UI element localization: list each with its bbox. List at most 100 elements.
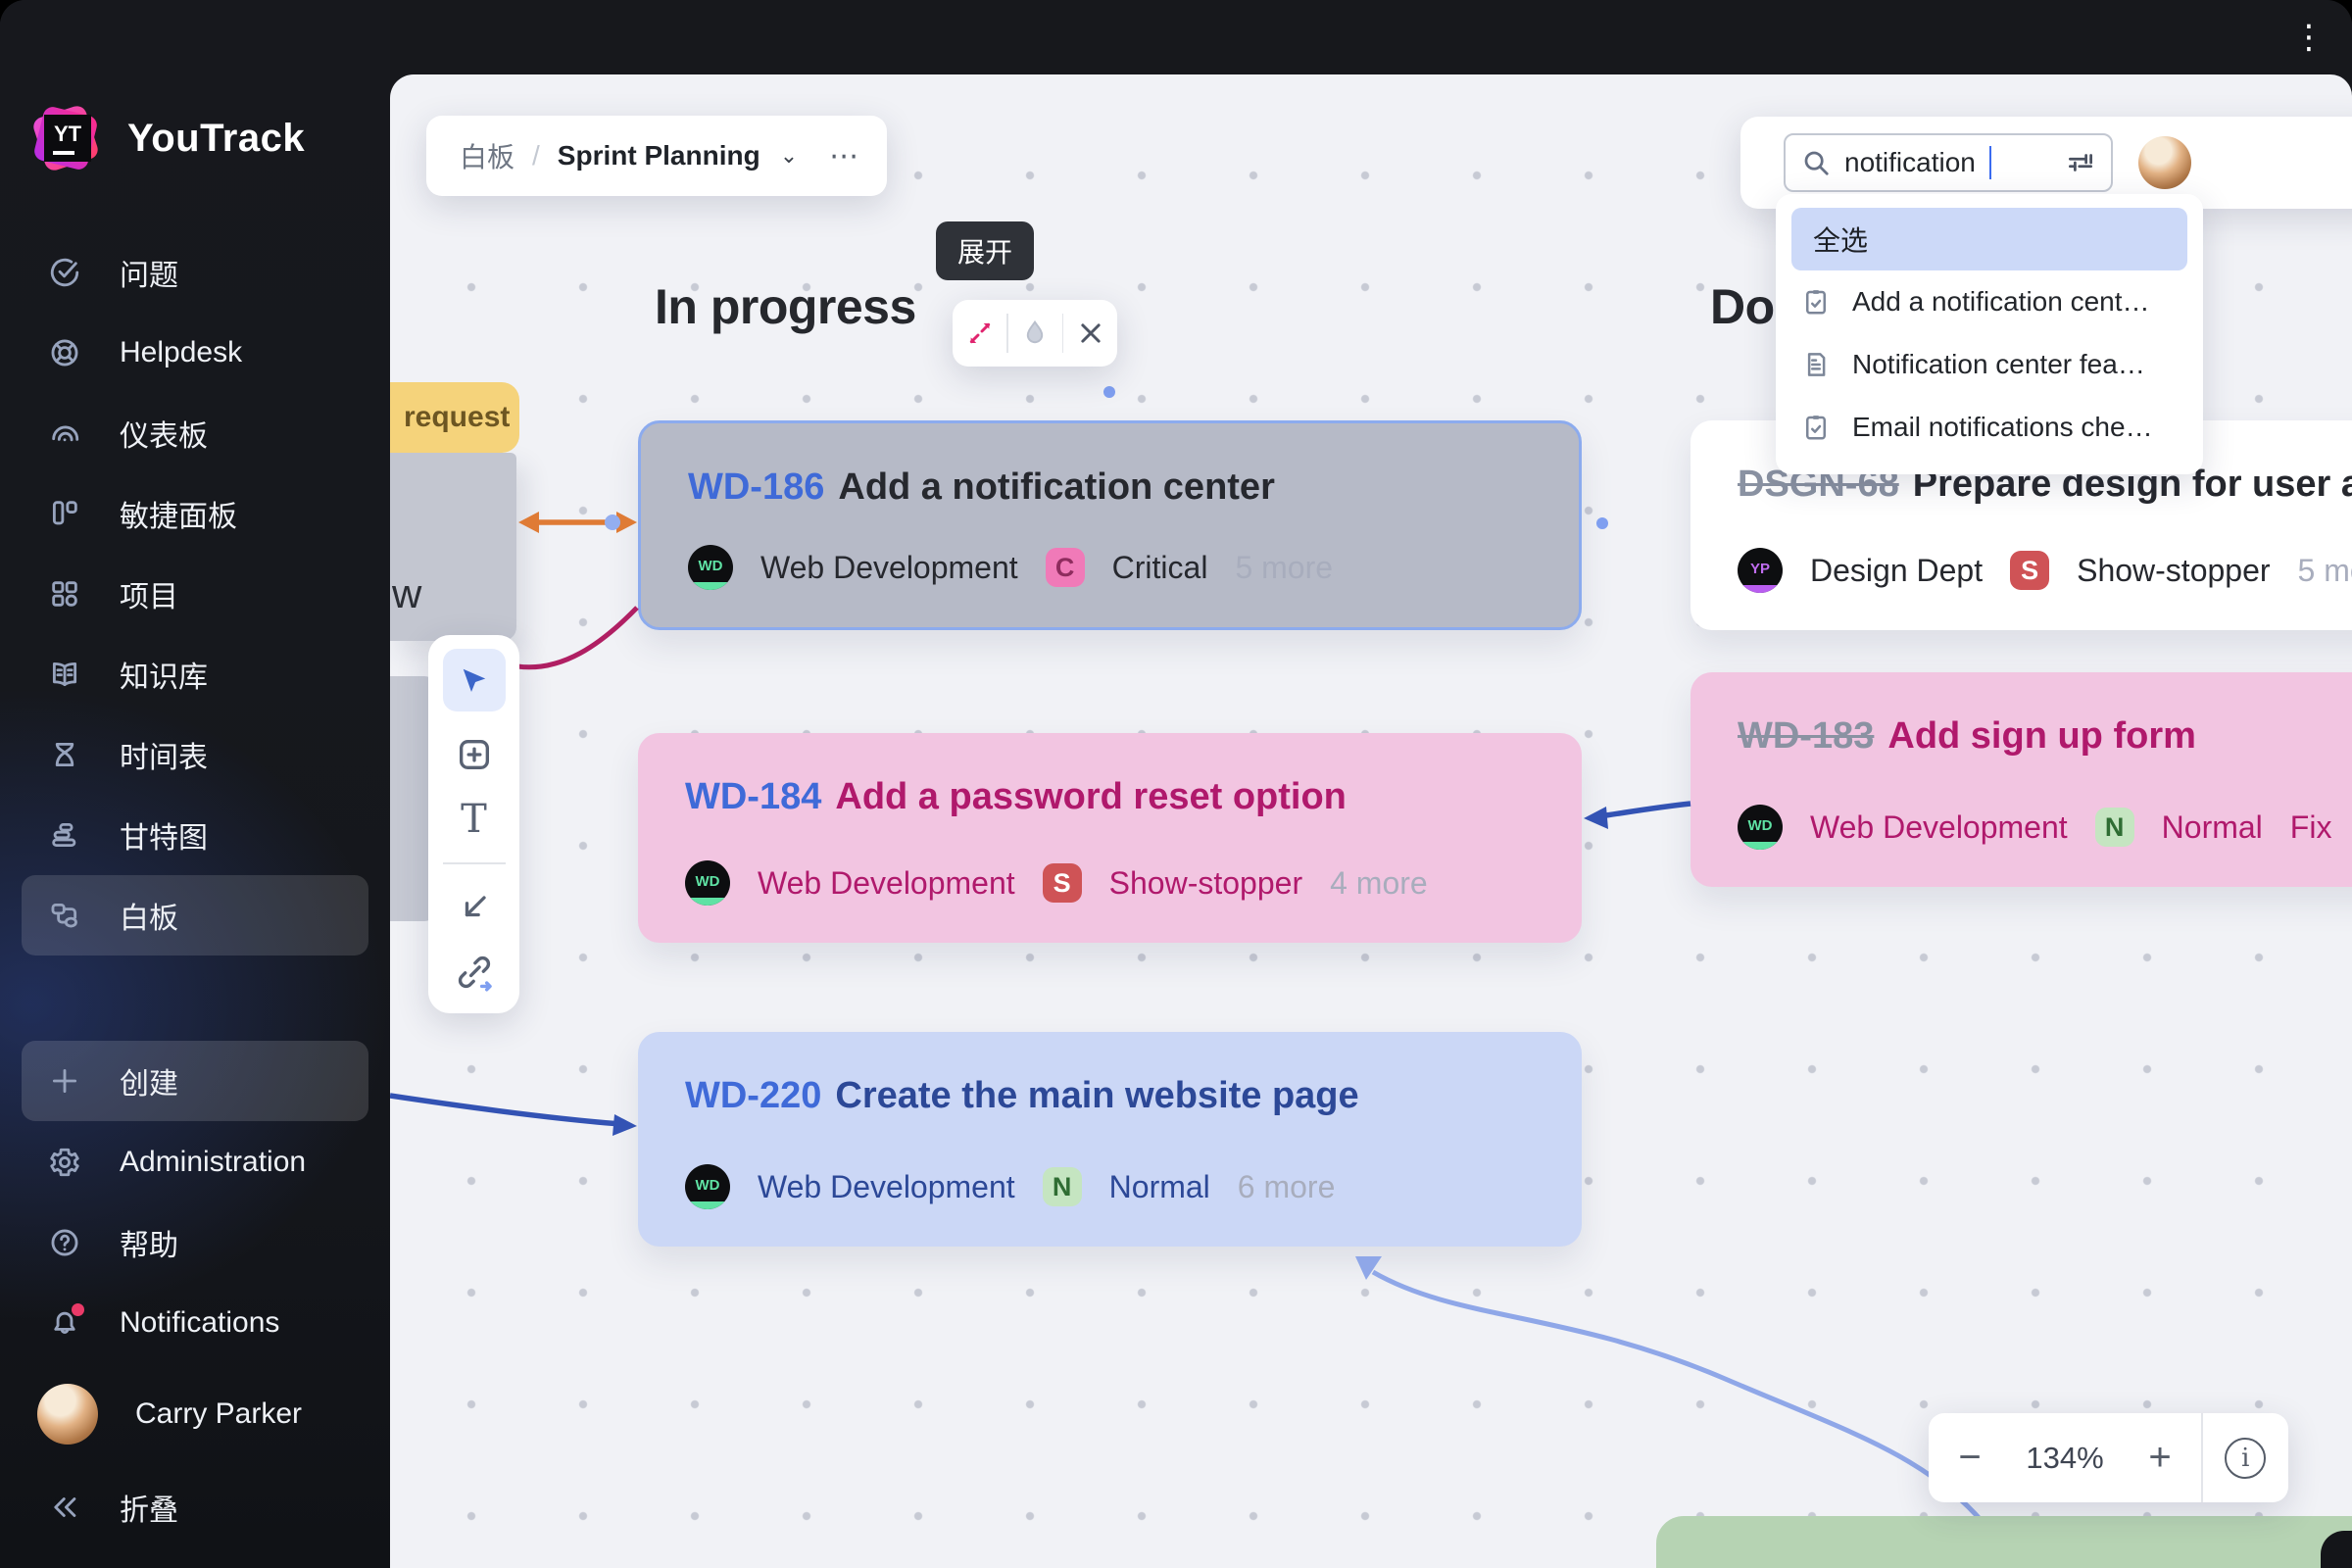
lifebuoy-icon — [47, 335, 82, 370]
sidebar-item-label: Administration — [120, 1146, 307, 1178]
gear-icon — [47, 1145, 82, 1180]
sidebar-item-label: 白板 — [120, 903, 178, 935]
issue-title: Add a password reset option — [835, 776, 1347, 817]
column-heading-in-progress: In progress — [655, 279, 916, 334]
info-button[interactable]: i — [2203, 1437, 2289, 1479]
collapse-sidebar-button[interactable]: 折叠 — [22, 1467, 368, 1547]
text-tool-button[interactable]: T — [443, 798, 506, 841]
priority-badge: S — [2010, 551, 2050, 590]
whiteboard-canvas[interactable]: In progress Done request w WD-186 Add a … — [390, 74, 2352, 1568]
sidebar-item-label: 帮助 — [120, 1230, 178, 1262]
project-avatar: WD — [685, 860, 730, 906]
sidebar-item-label: 项目 — [120, 581, 178, 613]
help-circle-icon — [47, 1225, 82, 1260]
sidebar-item-profile[interactable]: Carry Parker — [22, 1374, 368, 1454]
more-fields[interactable]: 4 more — [1330, 865, 1428, 902]
issue-card-wd184[interactable]: WD-184 Add a password reset option WD Web… — [638, 733, 1582, 943]
partial-green-card[interactable] — [1656, 1516, 2352, 1568]
text-tool-icon: T — [461, 797, 487, 842]
sidebar-item-label: 知识库 — [120, 662, 208, 694]
more-fields[interactable]: 5 more — [1235, 550, 1333, 586]
issue-id[interactable]: WD-186 — [688, 466, 824, 508]
search-query: notification — [1844, 147, 1976, 177]
add-card-tool-button[interactable] — [443, 733, 506, 776]
select-all-option[interactable]: 全选 — [1791, 208, 2187, 270]
sidebar-item-knowledge-base[interactable]: 知识库 — [22, 634, 368, 714]
issue-id[interactable]: WD-184 — [685, 776, 821, 817]
card-handle[interactable] — [1596, 517, 1608, 529]
issue-card-wd220[interactable]: WD-220 Create the main website page WD We… — [638, 1032, 1582, 1247]
more-fields[interactable]: 6 more — [1238, 1169, 1336, 1205]
kebab-menu-icon[interactable]: ⋮ — [2289, 14, 2328, 61]
zoom-level: 134% — [2026, 1440, 2104, 1475]
youtrack-logo[interactable]: YT YouTrack — [29, 102, 305, 174]
issue-card-wd183[interactable]: WD-183 Add sign up form WD Web Developmen… — [1690, 672, 2352, 887]
zoom-in-button[interactable]: + — [2119, 1436, 2201, 1480]
sidebar-item-projects[interactable]: 项目 — [22, 554, 368, 634]
project-avatar: WD — [685, 1164, 730, 1209]
search-result-label: Notification center fea… — [1852, 349, 2145, 379]
issue-card-wd186[interactable]: WD-186 Add a notification center WD Web D… — [638, 420, 1582, 630]
youtrack-logo-icon: YT — [29, 102, 102, 174]
sidebar-item-notifications[interactable]: Notifications — [22, 1283, 368, 1363]
state-label[interactable]: Fix — [2290, 809, 2332, 846]
issue-id[interactable]: WD-220 — [685, 1075, 821, 1116]
project-name: Design Dept — [1810, 552, 1984, 588]
sidebar-item-help[interactable]: 帮助 — [22, 1202, 368, 1283]
partial-card[interactable]: w — [390, 453, 516, 641]
sidebar-item-dashboards[interactable]: 仪表板 — [22, 393, 368, 473]
connector-tool-button[interactable] — [443, 886, 506, 929]
breadcrumb: 白板 / Sprint Planning ⌄ ⋯ — [426, 116, 887, 196]
card-handle[interactable] — [1103, 386, 1115, 398]
breadcrumb-root[interactable]: 白板 — [460, 136, 514, 175]
priority-label: Show-stopper — [2077, 552, 2271, 588]
priority-badge: N — [1042, 1167, 1082, 1206]
sidebar-item-whiteboards[interactable]: 白板 — [22, 875, 368, 956]
expand-button[interactable] — [953, 300, 1006, 367]
breadcrumb-separator: / — [532, 140, 540, 171]
filter-sliders-icon[interactable] — [2066, 148, 2095, 177]
app-window: ⋮ YT YouTrack 问题 Helpdesk 仪表板 敏捷面板 项目 知识… — [0, 0, 2352, 1568]
sidebar-item-helpdesk[interactable]: Helpdesk — [22, 313, 368, 393]
sidebar-item-agile-boards[interactable]: 敏捷面板 — [22, 473, 368, 554]
sidebar-item-timesheets[interactable]: 时间表 — [22, 714, 368, 795]
select-tool-button[interactable] — [442, 649, 506, 711]
issue-id[interactable]: WD-183 — [1738, 715, 1874, 757]
sidebar-item-administration[interactable]: Administration — [22, 1122, 368, 1202]
close-icon[interactable] — [1063, 300, 1117, 367]
search-icon — [1804, 151, 1829, 175]
priority-label: Show-stopper — [1108, 864, 1303, 901]
task-icon — [1806, 416, 1826, 440]
sticky-tag-request[interactable]: request — [390, 382, 519, 453]
sidebar-item-label: 甘特图 — [120, 822, 208, 855]
sidebar-item-gantt[interactable]: 甘特图 — [22, 795, 368, 875]
sidebar-item-issues[interactable]: 问题 — [22, 232, 368, 313]
search-input[interactable]: notification — [1784, 133, 2113, 192]
issue-title: Add a notification center — [838, 466, 1275, 508]
create-label: 创建 — [120, 1068, 178, 1101]
more-options-icon[interactable]: ⋯ — [829, 139, 860, 173]
grid-icon — [47, 576, 82, 612]
breadcrumb-current[interactable]: Sprint Planning — [558, 140, 760, 172]
book-icon — [47, 657, 82, 692]
more-fields[interactable]: 5 more — [2298, 553, 2352, 589]
zoom-out-button[interactable]: − — [1929, 1436, 2011, 1480]
project-avatar: WD — [688, 545, 733, 590]
whiteboard-icon — [47, 898, 82, 933]
create-button[interactable]: 创建 — [22, 1041, 368, 1121]
user-avatar — [37, 1384, 98, 1445]
chevron-down-icon[interactable]: ⌄ — [780, 143, 798, 169]
search-result[interactable]: Email notifications che… — [1791, 396, 2187, 459]
user-avatar[interactable] — [2138, 136, 2191, 189]
search-result[interactable]: Notification center fea… — [1791, 333, 2187, 396]
card-mini-toolbar — [953, 300, 1117, 367]
link-tool-button[interactable] — [443, 951, 506, 994]
priority-label: Normal — [1108, 1168, 1210, 1204]
sidebar: YT YouTrack 问题 Helpdesk 仪表板 敏捷面板 项目 知识库 — [0, 0, 390, 1568]
sidebar-item-label: 敏捷面板 — [120, 501, 237, 533]
tag-label: request — [404, 401, 511, 433]
color-droplet-button[interactable] — [1008, 300, 1062, 367]
sidebar-item-label: 时间表 — [120, 742, 208, 774]
search-result[interactable]: Add a notification cent… — [1791, 270, 2187, 333]
priority-badge: C — [1045, 548, 1085, 587]
